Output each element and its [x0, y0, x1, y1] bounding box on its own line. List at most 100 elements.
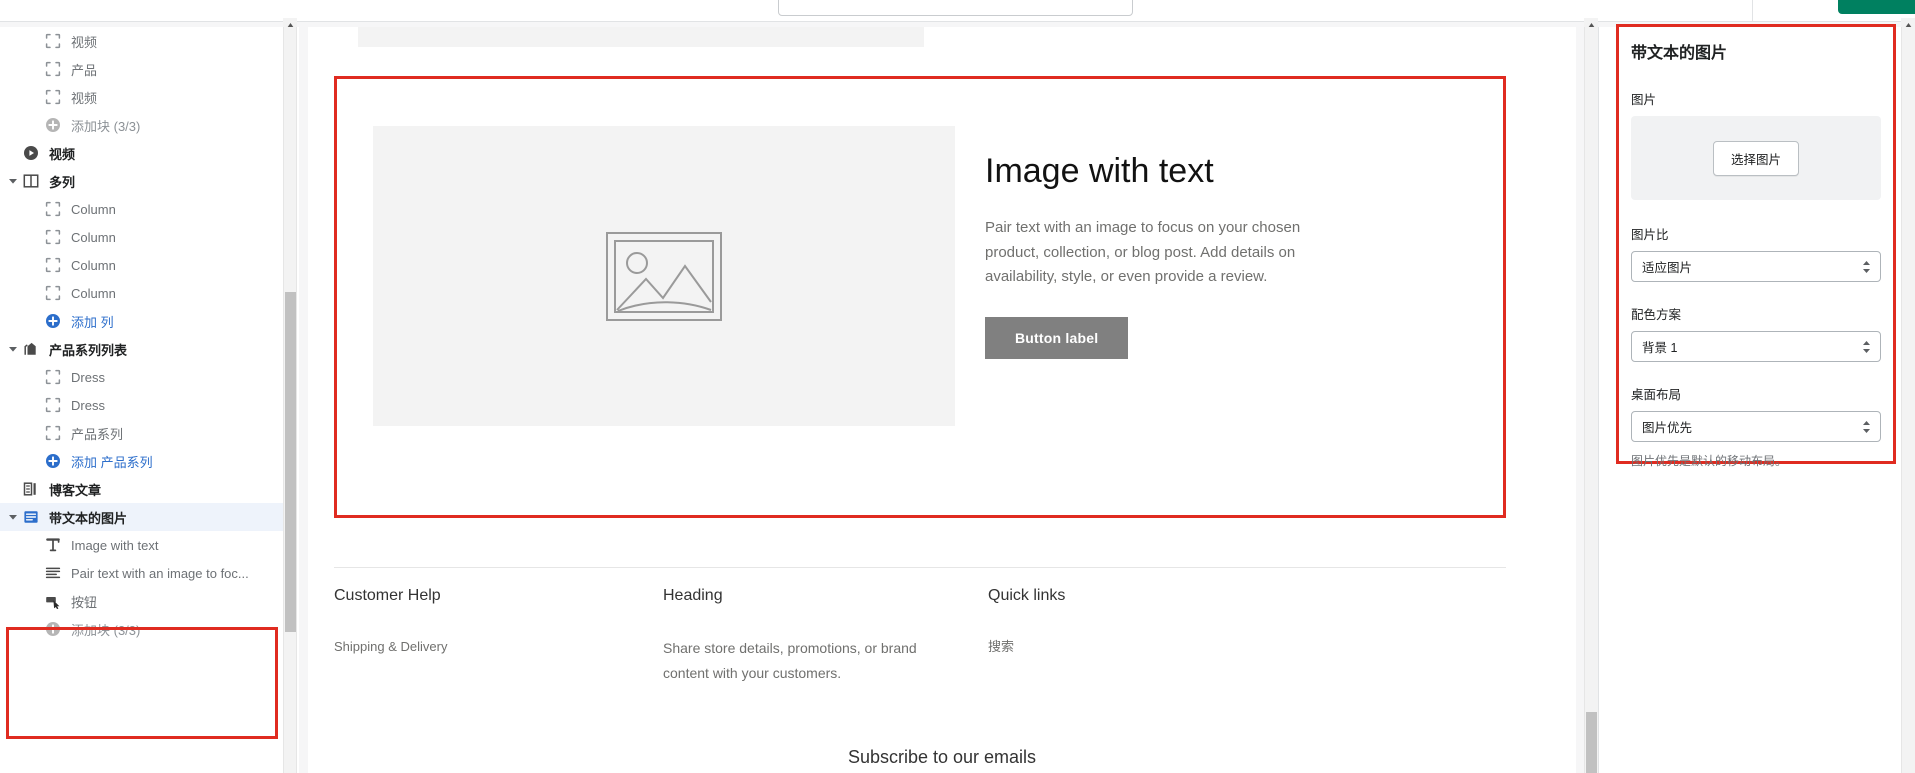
chevron-updown-icon — [1862, 260, 1871, 274]
image-picker-area[interactable]: 选择图片 — [1631, 116, 1881, 200]
block-brackets-icon — [42, 251, 64, 279]
sidebar-item-14[interactable]: 产品系列 — [0, 419, 283, 447]
sidebar-item-3[interactable]: 添加块 (3/3) — [0, 111, 283, 139]
selected-section-highlight — [6, 627, 278, 739]
image-with-text-icon — [20, 503, 42, 531]
sidebar-item-5[interactable]: 多列 — [0, 167, 283, 195]
caret-spacer — [28, 587, 42, 615]
sidebar-item-label: 按钮 — [71, 594, 98, 610]
section-heading[interactable]: Image with text — [985, 152, 1465, 190]
chevron-down-icon[interactable] — [6, 335, 20, 363]
sidebar-item-2[interactable]: 视频 — [0, 83, 283, 111]
caret-spacer — [28, 391, 42, 419]
sections-sidebar[interactable]: 视频 产品 视频 添加块 (3/3) 视频 多列 Column Column Column Col… — [0, 27, 283, 773]
caret-spacer — [28, 223, 42, 251]
video-play-icon — [20, 139, 42, 167]
choose-image-button[interactable]: 选择图片 — [1712, 140, 1799, 176]
sidebar-item-label: 视频 — [49, 146, 76, 162]
desktop-layout-select[interactable]: 图片优先 — [1631, 411, 1881, 442]
block-brackets-icon — [42, 419, 64, 447]
block-brackets-icon — [42, 27, 64, 55]
sidebar-item-label: Column — [71, 201, 116, 217]
caret-spacer — [28, 83, 42, 111]
color-scheme-select[interactable]: 背景 1 — [1631, 331, 1881, 362]
sidebar-item-label: Pair text with an image to foc... — [71, 565, 249, 581]
chevron-down-icon[interactable] — [6, 167, 20, 195]
multicolumn-icon — [20, 167, 42, 195]
sidebar-item-label: 多列 — [49, 174, 76, 190]
sidebar-item-label: 添加 列 — [71, 314, 114, 330]
sidebar-item-17[interactable]: 带文本的图片 — [0, 503, 283, 531]
block-brackets-icon — [42, 223, 64, 251]
sidebar-item-15[interactable]: 添加 产品系列 — [0, 447, 283, 475]
plus-circle-blue-icon — [42, 447, 64, 475]
sidebar-item-8[interactable]: Column — [0, 251, 283, 279]
image-ratio-label: 图片比 — [1631, 228, 1669, 242]
section-image-placeholder[interactable] — [373, 126, 955, 426]
theme-editor-window: 视频 产品 视频 添加块 (3/3) 视频 多列 Column Column Column Col… — [0, 0, 1915, 773]
footer-heading: Quick links — [988, 587, 1066, 604]
preview-upper-section-placeholder — [358, 27, 924, 47]
sidebar-scrollbar-thumb[interactable] — [285, 292, 296, 632]
sidebar-item-label: 添加块 (3/3) — [71, 622, 141, 638]
sidebar-item-label: Column — [71, 257, 116, 273]
desktop-layout-label: 桌面布局 — [1631, 388, 1682, 402]
chevron-updown-icon — [1862, 420, 1871, 434]
sidebar-item-9[interactable]: Column — [0, 279, 283, 307]
sidebar-item-1[interactable]: 产品 — [0, 55, 283, 83]
block-brackets-icon — [42, 83, 64, 111]
block-brackets-icon — [42, 391, 64, 419]
sidebar-item-12[interactable]: Dress — [0, 363, 283, 391]
caret-spacer — [6, 475, 20, 503]
chevron-updown-icon — [1862, 340, 1871, 354]
sidebar-item-11[interactable]: 产品系列列表 — [0, 335, 283, 363]
footer-subscribe-heading: Subscribe to our emails — [847, 747, 1037, 767]
section-text-column: Image with text Pair text with an image … — [985, 152, 1465, 360]
preview-scrollbar-thumb[interactable] — [1586, 712, 1597, 773]
sidebar-item-label: 视频 — [71, 90, 98, 106]
caret-spacer — [28, 251, 42, 279]
page-selector-input[interactable] — [778, 0, 1133, 16]
settings-title: 带文本的图片 — [1631, 45, 1728, 62]
sidebar-item-7[interactable]: Column — [0, 223, 283, 251]
sidebar-item-16[interactable]: 博客文章 — [0, 475, 283, 503]
caret-spacer — [28, 363, 42, 391]
footer-column-3: Quick links 搜索 — [988, 587, 1288, 659]
footer-link[interactable]: 搜索 — [988, 636, 1288, 659]
caret-spacer — [28, 195, 42, 223]
image-ratio-select[interactable]: 适应图片 — [1631, 251, 1881, 282]
plus-circle-disabled-icon — [42, 111, 64, 139]
image-with-text-section[interactable]: Image with text Pair text with an image … — [334, 76, 1506, 518]
caret-spacer — [28, 55, 42, 83]
sidebar-item-label: Dress — [71, 397, 105, 413]
sidebar-item-0[interactable]: 视频 — [0, 27, 283, 55]
section-cta-button[interactable]: Button label — [985, 317, 1129, 360]
caret-spacer — [28, 111, 42, 139]
image-field-label: 图片 — [1631, 93, 1657, 107]
footer-link[interactable]: Shipping & Delivery — [334, 636, 634, 659]
sidebar-item-18[interactable]: Image with text — [0, 531, 283, 559]
block-brackets-icon — [42, 195, 64, 223]
caret-spacer — [28, 531, 42, 559]
caret-spacer — [6, 139, 20, 167]
preview-scrollbar[interactable] — [1584, 27, 1598, 773]
sidebar-item-21[interactable]: 添加块 (3/3) — [0, 615, 283, 643]
section-paragraph[interactable]: Pair text with an image to focus on your… — [985, 216, 1350, 289]
sidebar-item-10[interactable]: 添加 列 — [0, 307, 283, 335]
caret-spacer — [28, 27, 42, 55]
sidebar-item-label: 产品系列 — [71, 426, 124, 442]
settings-scrollbar[interactable] — [1901, 27, 1915, 773]
footer-text: Share store details, promotions, or bran… — [663, 640, 917, 681]
save-button[interactable] — [1838, 0, 1915, 14]
sidebar-item-4[interactable]: 视频 — [0, 139, 283, 167]
sidebar-item-20[interactable]: 按钮 — [0, 587, 283, 615]
settings-panel-highlight: 带文本的图片 图片 选择图片 图片比 适应图片 配色方案 背景 1 桌面布局 图… — [1616, 24, 1896, 468]
chevron-down-icon[interactable] — [6, 503, 20, 531]
sidebar-item-19[interactable]: Pair text with an image to foc... — [0, 559, 283, 587]
sidebar-item-label: 博客文章 — [49, 482, 102, 498]
sidebar-item-6[interactable]: Column — [0, 195, 283, 223]
preview-page: Image with text Pair text with an image … — [308, 27, 1576, 773]
sidebar-item-label: 产品系列列表 — [49, 342, 128, 358]
sidebar-item-13[interactable]: Dress — [0, 391, 283, 419]
plus-circle-blue-icon — [42, 307, 64, 335]
